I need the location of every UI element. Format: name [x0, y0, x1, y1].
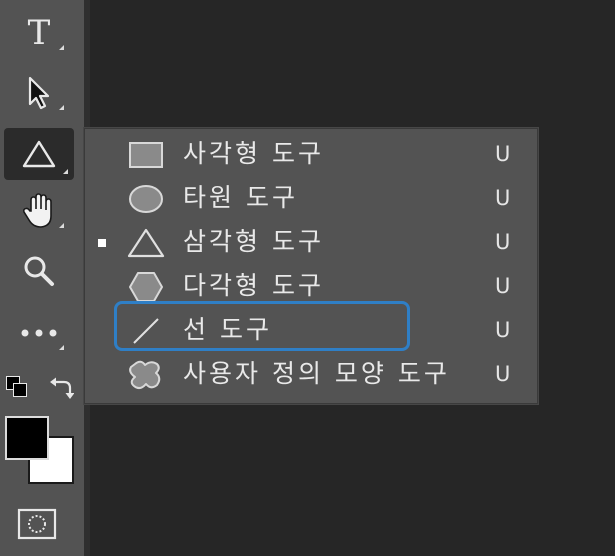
menu-item-custom-shape-tool[interactable]: 사용자 정의 모양 도구 U — [85, 353, 537, 397]
triangle-icon — [127, 226, 165, 260]
text-tool-icon: T — [27, 13, 51, 53]
submenu-indicator-icon — [63, 169, 68, 174]
ellipsis-icon — [21, 329, 57, 337]
default-colors-icon[interactable] — [6, 376, 28, 398]
text-tool[interactable]: T — [8, 10, 70, 56]
shortcut-key: U — [495, 274, 511, 298]
foreground-color-swatch[interactable] — [5, 416, 49, 460]
polygon-icon — [127, 270, 165, 304]
menu-item-label: 다각형 도구 — [183, 271, 324, 300]
custom-shape-icon — [127, 358, 165, 392]
selected-indicator — [98, 239, 106, 247]
rectangle-icon — [127, 138, 165, 172]
toolbar: T — [0, 0, 84, 556]
menu-item-label: 삼각형 도구 — [183, 227, 324, 256]
shortcut-key: U — [495, 142, 511, 166]
submenu-indicator-icon — [59, 223, 64, 228]
menu-item-triangle-tool[interactable]: 삼각형 도구 U — [85, 221, 537, 265]
submenu-indicator-icon — [59, 345, 64, 350]
swap-colors-icon[interactable] — [50, 376, 74, 400]
triangle-icon — [22, 140, 56, 168]
quick-mask-icon[interactable] — [17, 508, 57, 540]
magnifier-icon — [24, 256, 54, 286]
menu-item-label: 타원 도구 — [183, 183, 298, 212]
arrow-icon — [28, 76, 50, 110]
menu-item-label: 사용자 정의 모양 도구 — [183, 359, 450, 388]
submenu-indicator-icon — [59, 105, 64, 110]
shortcut-key: U — [495, 318, 511, 342]
hand-tool[interactable] — [8, 188, 70, 234]
menu-item-rectangle-tool[interactable]: 사각형 도구 U — [85, 133, 537, 177]
shape-tool[interactable] — [4, 128, 74, 180]
menu-item-ellipse-tool[interactable]: 타원 도구 U — [85, 177, 537, 221]
ellipse-icon — [127, 182, 165, 216]
shortcut-key: U — [495, 362, 511, 386]
zoom-tool[interactable] — [8, 248, 70, 294]
shortcut-key: U — [495, 230, 511, 254]
shortcut-key: U — [495, 186, 511, 210]
submenu-indicator-icon — [59, 45, 64, 50]
hand-icon — [22, 193, 52, 228]
menu-item-label: 사각형 도구 — [183, 139, 324, 168]
path-selection-tool[interactable] — [8, 70, 70, 116]
line-tool-highlight — [114, 301, 410, 351]
more-tools[interactable] — [8, 310, 70, 356]
shape-tools-flyout: 사각형 도구 U 타원 도구 U 삼각형 도구 U 다각형 도구 U 선 도구 … — [84, 128, 538, 404]
